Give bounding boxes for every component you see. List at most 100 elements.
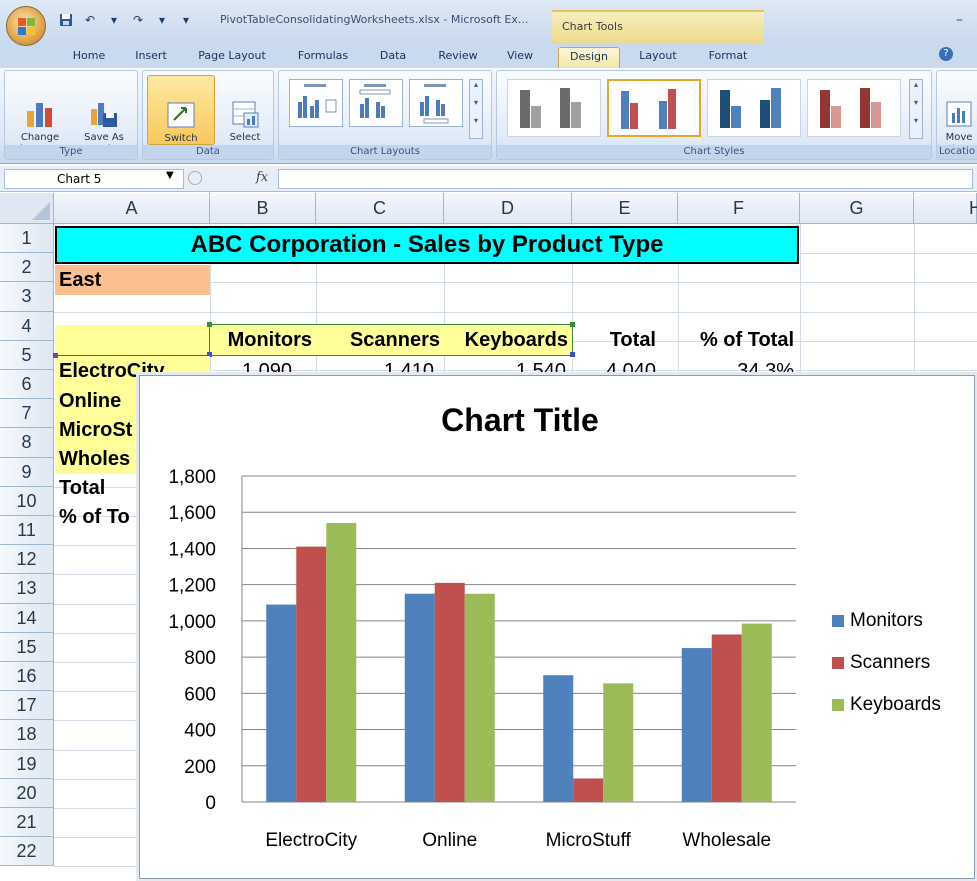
chart-style-2[interactable] <box>607 79 701 137</box>
column-header-c[interactable]: C <box>316 193 444 224</box>
column-header-h[interactable]: H <box>914 193 977 224</box>
name-box-dropdown-icon[interactable]: ▼ <box>166 170 174 181</box>
row-header[interactable]: 14 <box>0 603 54 633</box>
row-header[interactable]: 16 <box>0 662 54 692</box>
row-header[interactable]: 18 <box>0 720 54 750</box>
chart-style-3[interactable] <box>707 79 801 137</box>
quick-access-toolbar: ↶ ▾ ↷ ▾ ▾ <box>56 10 196 30</box>
chart-layouts-label: Chart Layouts <box>279 145 491 159</box>
save-icon[interactable] <box>56 11 76 29</box>
tab-formulas[interactable]: Formulas <box>288 47 358 68</box>
tab-data[interactable]: Data <box>370 47 416 68</box>
tab-format[interactable]: Format <box>698 47 758 68</box>
bar-scanners-electrocity[interactable] <box>296 546 327 802</box>
bar-keyboards-microstuff[interactable] <box>603 683 634 802</box>
row-header[interactable]: 15 <box>0 632 54 662</box>
tab-page-layout[interactable]: Page Layout <box>192 47 272 68</box>
chart-layout-3[interactable] <box>409 79 463 127</box>
row-header[interactable]: 19 <box>0 749 54 779</box>
chart-layout-2[interactable] <box>349 79 403 127</box>
bar-monitors-electrocity[interactable] <box>266 604 297 802</box>
name-box[interactable]: Chart 5 <box>4 169 184 189</box>
legend-item-keyboards[interactable]: Keyboards <box>832 694 941 716</box>
office-button[interactable] <box>6 6 46 46</box>
row-header[interactable]: 20 <box>0 778 54 808</box>
insert-function-icon[interactable]: fx <box>256 170 268 185</box>
tab-home[interactable]: Home <box>64 47 114 68</box>
row-header[interactable]: 5 <box>0 340 54 370</box>
region-cell[interactable]: East <box>55 265 210 295</box>
row-header[interactable]: 13 <box>0 574 54 604</box>
row-header[interactable]: 8 <box>0 428 54 458</box>
bar-keyboards-online[interactable] <box>464 593 495 802</box>
bar-monitors-online[interactable] <box>404 593 435 802</box>
online-label-cell[interactable]: Online <box>55 386 139 416</box>
tab-design[interactable]: Design <box>558 47 620 68</box>
column-header-g[interactable]: G <box>800 193 914 224</box>
range-handle[interactable] <box>570 322 575 327</box>
row-header[interactable]: 11 <box>0 516 54 546</box>
column-header-e[interactable]: E <box>572 193 678 224</box>
switch-row-column-button[interactable]: Switch Row/Column <box>147 75 215 156</box>
row-header[interactable]: 21 <box>0 808 54 838</box>
legend-item-scanners[interactable]: Scanners <box>832 652 930 674</box>
row-header[interactable]: 22 <box>0 837 54 867</box>
sheet-title-cell[interactable]: ABC Corporation - Sales by Product Type <box>55 226 799 264</box>
total-label-cell[interactable]: Total <box>55 473 139 503</box>
help-icon[interactable]: ? <box>939 47 953 61</box>
select-all-corner[interactable] <box>0 193 54 224</box>
header-total-cell[interactable]: Total <box>572 325 678 355</box>
bar-scanners-wholesale[interactable] <box>711 634 742 802</box>
change-chart-type-button[interactable]: Change Chart Type <box>9 75 71 156</box>
chart-layout-1[interactable] <box>289 79 343 127</box>
wholesale-label-cell[interactable]: Wholes <box>55 444 139 474</box>
row-header[interactable]: 12 <box>0 545 54 575</box>
tab-insert[interactable]: Insert <box>124 47 178 68</box>
bar-monitors-wholesale[interactable] <box>681 648 712 802</box>
save-as-template-button[interactable]: Save As Template <box>73 75 135 156</box>
tab-layout[interactable]: Layout <box>628 47 688 68</box>
chart-layouts-scroll[interactable]: ▴ ▾ ▾ <box>469 79 483 139</box>
header-blank-cell[interactable] <box>55 325 210 355</box>
tab-view[interactable]: View <box>498 47 542 68</box>
bar-keyboards-electrocity[interactable] <box>326 523 357 802</box>
minimize-button[interactable]: – <box>956 12 963 28</box>
select-data-button[interactable]: Select Data <box>219 75 271 156</box>
column-header-f[interactable]: F <box>678 193 800 224</box>
row-header[interactable]: 4 <box>0 311 54 341</box>
row-header[interactable]: 9 <box>0 457 54 487</box>
redo-icon[interactable]: ↷ <box>128 11 148 29</box>
row-header[interactable]: 17 <box>0 691 54 721</box>
percent-label-cell[interactable]: % of To <box>55 502 139 532</box>
undo-icon[interactable]: ↶ <box>80 11 100 29</box>
column-header-b[interactable]: B <box>210 193 316 224</box>
column-header-d[interactable]: D <box>444 193 572 224</box>
chart-styles-scroll[interactable]: ▴ ▾ ▾ <box>909 79 923 139</box>
bar-keyboards-wholesale[interactable] <box>741 623 772 802</box>
chart-style-1[interactable] <box>507 79 601 137</box>
customize-toolbar-icon[interactable]: ▾ <box>176 11 196 29</box>
embedded-chart[interactable]: Chart Title 0 200 400 600 800 1,000 1,200 1,400… <box>139 375 975 879</box>
row-header[interactable]: 1 <box>0 224 54 254</box>
row-header[interactable]: 6 <box>0 370 54 400</box>
move-chart-button[interactable]: Move Chart <box>939 75 977 156</box>
category-range-highlight <box>55 355 210 356</box>
column-header-a[interactable]: A <box>54 193 210 224</box>
redo-dropdown-icon[interactable]: ▾ <box>152 11 172 29</box>
formula-input[interactable] <box>278 169 973 189</box>
bar-scanners-online[interactable] <box>434 582 465 802</box>
bar-monitors-microstuff[interactable] <box>543 675 574 802</box>
microstuff-label-cell[interactable]: MicroSt <box>55 415 139 445</box>
range-handle[interactable] <box>207 322 212 327</box>
row-header[interactable]: 7 <box>0 399 54 429</box>
chart-style-4[interactable] <box>807 79 901 137</box>
range-handle[interactable] <box>53 353 58 358</box>
undo-dropdown-icon[interactable]: ▾ <box>104 11 124 29</box>
tab-review[interactable]: Review <box>430 47 486 68</box>
header-percent-cell[interactable]: % of Total <box>678 325 800 355</box>
bar-scanners-microstuff[interactable] <box>573 778 604 802</box>
row-header[interactable]: 10 <box>0 486 54 516</box>
row-header[interactable]: 2 <box>0 253 54 283</box>
legend-item-monitors[interactable]: Monitors <box>832 610 923 632</box>
row-header[interactable]: 3 <box>0 282 54 312</box>
